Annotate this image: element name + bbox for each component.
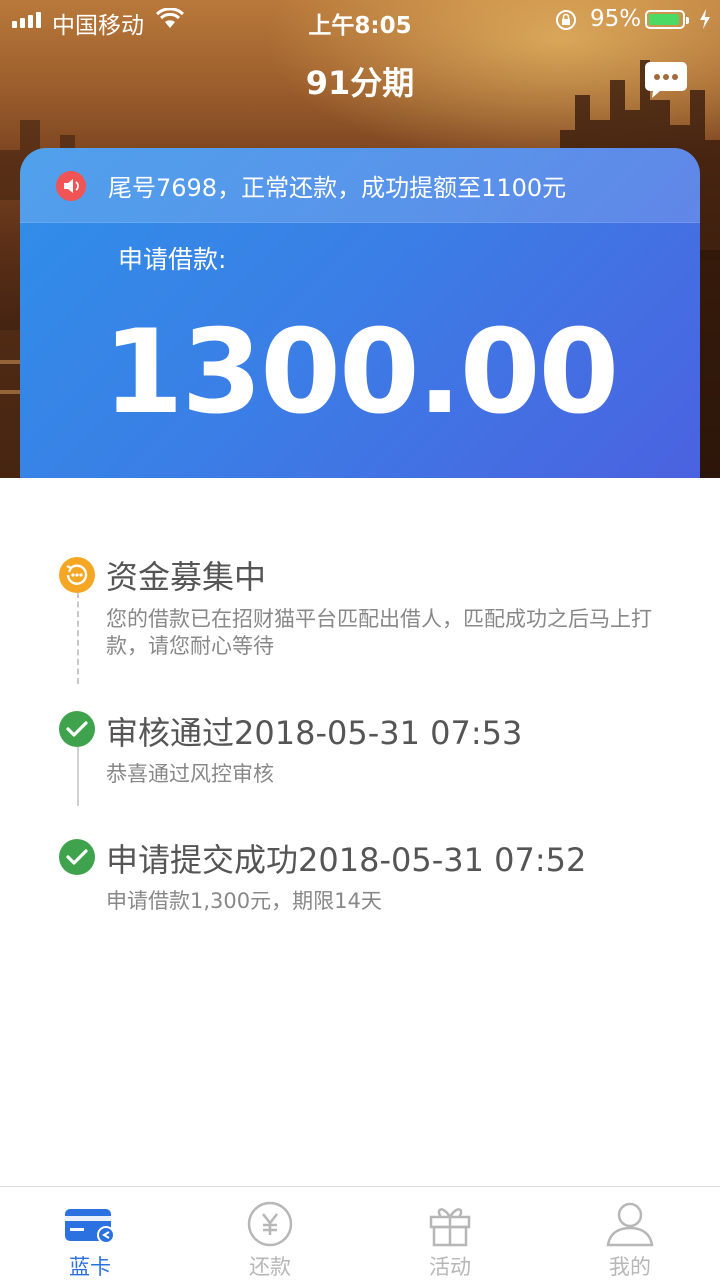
tab-blue-card[interactable]: 蓝卡 <box>0 1187 180 1281</box>
step-description: 您的借款已在招财猫平台匹配出借人，匹配成功之后马上打款，请您耐心等待 <box>106 607 652 658</box>
step-title: 资金募集中 <box>106 558 267 596</box>
chat-bubble-icon[interactable] <box>644 60 688 100</box>
battery-icon <box>645 10 689 29</box>
timeline-connector <box>77 744 79 806</box>
check-icon <box>59 839 95 875</box>
gift-icon <box>429 1208 471 1247</box>
step-description: 申请借款1,300元，期限14天 <box>106 889 382 913</box>
tab-label: 我的 <box>609 1255 651 1279</box>
card-icon <box>65 1209 115 1244</box>
step-description: 恭喜通过风控审核 <box>106 762 274 786</box>
bottom-tab-bar: 蓝卡 还款 活动 我的 <box>0 1186 720 1281</box>
battery-percent: 95% <box>590 6 642 32</box>
tab-activities[interactable]: 活动 <box>360 1187 540 1281</box>
step-title: 申请提交成功2018-05-31 07:52 <box>106 841 587 879</box>
status-bar: 中国移动 上午8:05 95% <box>0 0 720 40</box>
speaker-icon <box>56 171 86 201</box>
timeline-connector <box>77 592 79 684</box>
tab-label: 还款 <box>249 1255 291 1279</box>
notice-bar[interactable]: 尾号7698，正常还款，成功提额至1100元 <box>20 148 700 223</box>
tab-repayment[interactable]: 还款 <box>180 1187 360 1281</box>
step-title: 审核通过2018-05-31 07:53 <box>106 714 523 752</box>
notice-text: 尾号7698，正常还款，成功提额至1100元 <box>108 174 567 202</box>
tab-profile[interactable]: 我的 <box>540 1187 720 1281</box>
loan-amount: 1300.00 <box>102 305 619 440</box>
yuan-coin-icon <box>247 1201 293 1247</box>
rotation-lock-icon <box>556 10 576 30</box>
apply-amount-label: 申请借款: <box>118 245 227 274</box>
user-icon <box>606 1202 654 1247</box>
pending-clock-icon <box>59 557 95 593</box>
charging-icon <box>700 9 710 29</box>
loan-progress-timeline: 资金募集中 您的借款已在招财猫平台匹配出借人，匹配成功之后马上打款，请您耐心等待… <box>0 478 720 1178</box>
page-title: 91分期 <box>305 64 415 102</box>
tab-label: 蓝卡 <box>69 1255 111 1279</box>
check-icon <box>59 711 95 747</box>
tab-label: 活动 <box>429 1255 471 1279</box>
loan-card: 尾号7698，正常还款，成功提额至1100元 申请借款: 1300.00 <box>20 148 700 478</box>
